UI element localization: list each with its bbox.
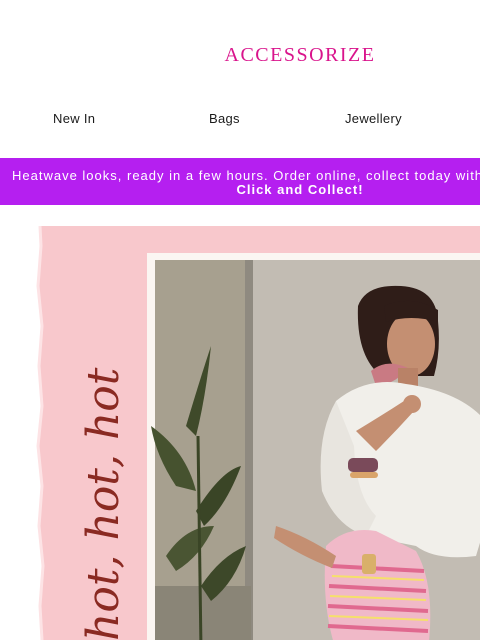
svg-text:hot, hot, hot: hot, hot, hot: [78, 367, 129, 640]
nav-item-new-in[interactable]: New In: [53, 111, 95, 126]
hero-image[interactable]: hot, hot, hot: [36, 226, 480, 640]
click-and-collect-link[interactable]: Click and Collect!: [0, 182, 480, 197]
promo-banner[interactable]: Heatwave looks, ready in a few hours. Or…: [0, 158, 480, 205]
hot-hot-hot-script: hot, hot, hot: [78, 367, 129, 640]
main-nav: New In Bags Jewellery: [0, 111, 480, 129]
accessorize-logo[interactable]: ACCESSORIZE: [0, 44, 480, 67]
model-photo: [151, 260, 480, 640]
hero-illustration: hot, hot, hot: [36, 226, 480, 640]
nav-item-bags[interactable]: Bags: [209, 111, 240, 126]
promo-message: Heatwave looks, ready in a few hours. Or…: [12, 168, 480, 183]
nav-item-jewellery[interactable]: Jewellery: [345, 111, 402, 126]
